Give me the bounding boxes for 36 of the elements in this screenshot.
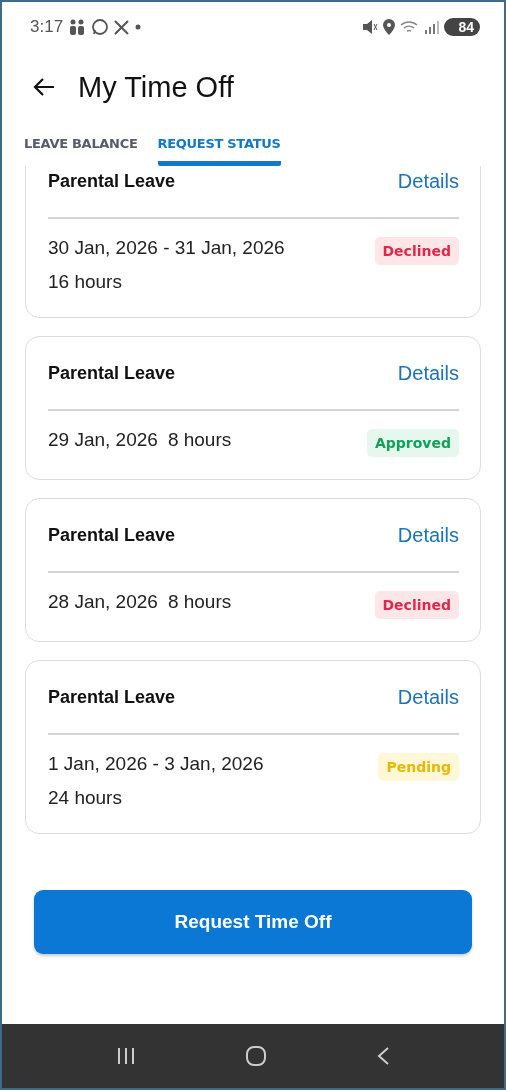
leave-hours: 8 hours [167, 591, 232, 613]
leave-type: Parental Leave [48, 686, 176, 708]
details-link[interactable]: Details [397, 169, 459, 193]
leave-hours: 8 hours [167, 429, 232, 451]
status-badge: Declined [374, 591, 459, 619]
people-icon [68, 19, 87, 35]
battery-level: 84 [444, 18, 480, 36]
back-arrow-icon[interactable] [32, 77, 56, 97]
leave-hours: 16 hours [48, 271, 123, 293]
chat-icon [91, 18, 110, 36]
status-badge: Approved [366, 429, 459, 457]
leave-dates: 29 Jan, 2026 [48, 429, 158, 451]
tab[interactable]: LEAVE BALANCE [24, 130, 138, 166]
mute-icon [362, 19, 379, 35]
details-link[interactable]: Details [397, 685, 459, 709]
leave-type: Parental Leave [48, 362, 176, 384]
leave-hours: 24 hours [48, 787, 123, 809]
leave-type: Parental Leave [48, 524, 176, 546]
status-badge: Declined [374, 237, 459, 265]
status-badge: Pending [378, 753, 459, 781]
back-icon[interactable] [375, 1046, 390, 1066]
status-time: 3:17 [30, 17, 64, 37]
location-icon [383, 19, 396, 35]
x-logo-icon [114, 19, 130, 35]
recents-icon[interactable] [116, 1046, 137, 1066]
signal-icon [425, 20, 440, 34]
home-icon[interactable] [245, 1045, 267, 1067]
leave-dates: 30 Jan, 2026 - 31 Jan, 2026 [48, 237, 285, 259]
details-link[interactable]: Details [397, 523, 459, 547]
leave-type: Parental Leave [48, 170, 176, 192]
request-time-off-button[interactable]: Request Time Off [34, 890, 472, 954]
leave-dates: 1 Jan, 2026 - 3 Jan, 2026 [48, 753, 264, 775]
page-title: My Time Off [78, 70, 234, 104]
details-link[interactable]: Details [397, 361, 459, 385]
leave-dates: 28 Jan, 2026 [48, 591, 158, 613]
dot-icon [134, 23, 143, 31]
